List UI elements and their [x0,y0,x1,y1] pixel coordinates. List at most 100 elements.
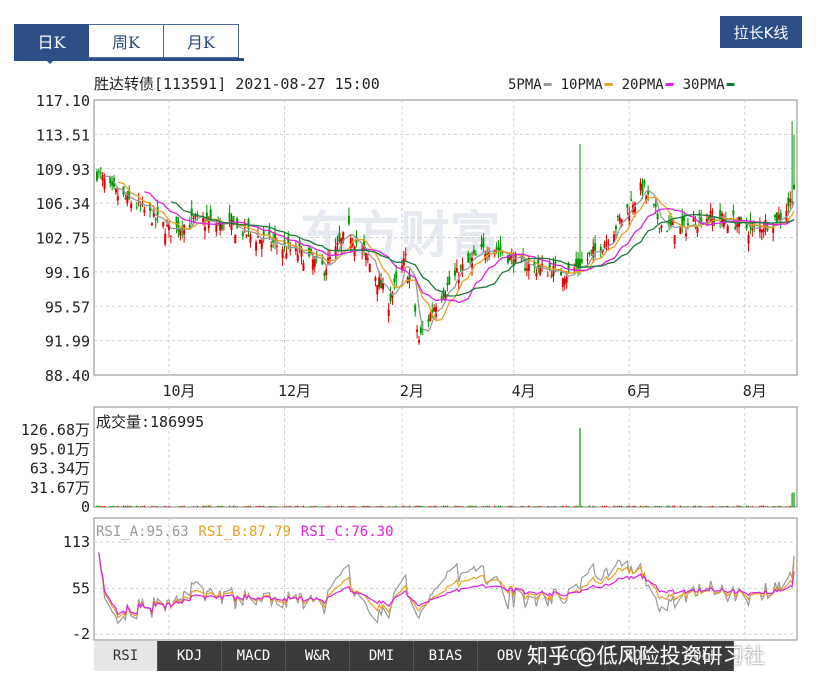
candle-body [325,269,328,276]
candle-body [285,253,288,259]
indicator-tab-rsi[interactable]: RSI [94,641,158,671]
indicator-tab-wr[interactable]: W&R [286,641,350,671]
rsi-tick-label: -2 [72,625,90,643]
candle-body [311,259,314,270]
candle-body [654,203,657,207]
rsi-tick-label: 113 [63,533,90,551]
candle-body [366,258,369,261]
candle-body [594,243,597,251]
candle-body [448,276,451,285]
candle-body [588,251,591,255]
candle-body [419,327,422,334]
candle-body [241,232,244,237]
candle-body [679,227,682,234]
candle-body [393,278,396,283]
candle-body [389,293,392,302]
legend-label-5pma: 5PMA [508,77,542,93]
candle-body [793,184,795,190]
candle-body [116,196,119,201]
candle-body [260,240,263,250]
candle-body [565,277,568,283]
candle-body [779,212,782,221]
price-tick-label: 99.16 [45,264,90,282]
candle-body [124,198,127,200]
candle-body [323,273,326,276]
candle-body [99,172,102,174]
rsi-legend-label: RSI_B:87.79 [198,524,291,540]
time-tick-label: 12月 [278,382,311,400]
price-tick-label: 91.99 [45,333,90,351]
candle-body [135,207,138,209]
candle-body [656,213,659,220]
candle-body [614,225,617,230]
candle-body [681,216,684,227]
candle-body [760,230,763,233]
candle-body [455,268,458,273]
candle-body [736,224,739,227]
candle-body [429,313,432,321]
indicator-tab-kdj[interactable]: KDJ [158,641,222,671]
candle-body [376,284,379,295]
candle-body [275,245,278,247]
indicator-tab-dmi[interactable]: DMI [350,641,414,671]
volume-tick-label: 126.68万 [21,421,90,439]
candle-body [469,258,472,260]
volume-label: 成交量:186995 [96,413,204,431]
candle-body [605,241,608,244]
candle-body [480,243,483,248]
candle-body [495,246,498,250]
volume-tick-label: 31.67万 [30,479,90,497]
candle-body [641,184,644,193]
candle-body [791,201,794,203]
indicator-tab-macd[interactable]: MACD [222,641,286,671]
time-tick-label: 8月 [743,382,767,400]
candle-body [643,180,646,185]
candle-body [586,259,589,261]
candle-body [215,224,218,232]
legend-swatch [604,83,613,86]
candle-body [414,305,417,312]
candle-body [686,223,689,226]
time-tick-label: 2月 [400,382,424,400]
candle-body [546,275,549,277]
legend-label-20pma: 20PMA [622,77,665,93]
candle-body [289,249,292,251]
candle-body [482,238,485,248]
candle-body [603,243,606,248]
candle-body [203,226,206,231]
candle-body [245,234,248,237]
candle-body [639,182,642,191]
time-tick-label: 10月 [162,382,195,400]
candle-body [166,225,169,227]
candle-body [154,218,157,221]
candle-body [347,215,350,224]
candle-body [726,226,729,233]
candle-body [474,254,477,256]
candle-body [590,249,593,252]
candle-body [787,197,790,207]
candle-body [607,243,610,246]
candle-body [459,266,462,268]
indicator-tab-bias[interactable]: BIAS [414,641,478,671]
candle-body [209,209,212,219]
candle-body [762,228,765,232]
candle-body [308,247,311,257]
kline-chart: 东方财富117.10113.51109.93106.34102.7599.169… [21,75,798,643]
candle-body [671,222,674,225]
price-tick-label: 109.93 [36,161,90,179]
price-tick-label: 117.10 [36,92,90,110]
rsi-tick-label: 55 [72,579,90,597]
candle-body [732,210,735,216]
legend-label-30pma: 30PMA [683,77,726,93]
time-tick-label: 6月 [627,382,651,400]
candle-body [338,232,341,242]
candle-body [427,319,430,322]
candle-body [255,241,258,251]
candle-body [97,171,100,173]
candle-body [669,220,672,226]
candle-body [378,277,381,287]
candle-body [336,243,339,245]
corner-watermark: 知乎 @低风险投资研习社 [527,644,765,668]
candle-body [685,233,688,237]
candle-body [580,259,583,263]
